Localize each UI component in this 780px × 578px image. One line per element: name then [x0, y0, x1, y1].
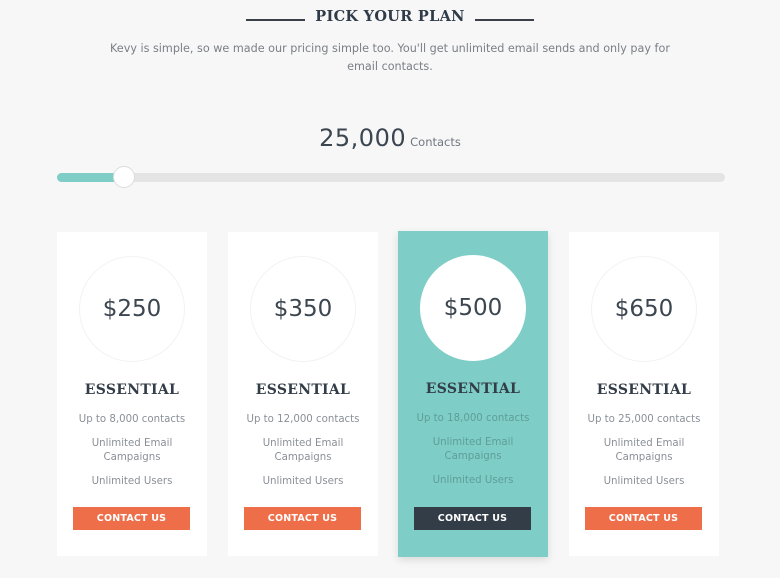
slider-track[interactable]	[57, 173, 725, 182]
plan-card: $350 ESSENTIAL Up to 12,000 contacts Unl…	[228, 232, 378, 556]
plan-feature: Unlimited Email Campaigns	[432, 437, 514, 462]
plan-feature: Unlimited Users	[603, 476, 685, 487]
plan-price: $250	[102, 296, 162, 322]
contacts-count: 25,000 Contacts	[0, 124, 780, 152]
plan-feature: Up to 8,000 contacts	[78, 414, 186, 425]
plan-feature: Unlimited Email Campaigns	[91, 438, 173, 463]
slider-thumb[interactable]	[112, 166, 135, 188]
plan-price: $650	[614, 296, 674, 322]
plan-feature: Up to 25,000 contacts	[587, 414, 701, 425]
plan-price: $500	[443, 295, 503, 321]
plan-card: $650 ESSENTIAL Up to 25,000 contacts Unl…	[569, 232, 719, 556]
contacts-slider[interactable]	[57, 166, 725, 188]
plan-feature: Unlimited Email Campaigns	[603, 438, 685, 463]
section-header: PICK YOUR PLAN	[0, 6, 780, 32]
plan-feature: Up to 18,000 contacts	[416, 413, 530, 424]
plan-feature: Up to 12,000 contacts	[246, 414, 360, 425]
contacts-value: 25,000	[319, 124, 407, 152]
plan-name: ESSENTIAL	[84, 382, 180, 398]
plan-name: ESSENTIAL	[596, 382, 692, 398]
page-title: PICK YOUR PLAN	[315, 8, 465, 25]
plan-feature: Unlimited Users	[432, 475, 514, 486]
plan-card-featured: $500 ESSENTIAL Up to 18,000 contacts Unl…	[398, 231, 548, 557]
contact-us-button[interactable]: CONTACT US	[73, 507, 190, 530]
title-divider-right	[475, 19, 534, 21]
contact-us-button[interactable]: CONTACT US	[244, 507, 361, 530]
contact-us-button[interactable]: CONTACT US	[585, 507, 702, 530]
plan-name: ESSENTIAL	[255, 382, 351, 398]
price-circle: $250	[79, 256, 185, 362]
page-subtitle: Kevy is simple, so we made our pricing s…	[110, 42, 670, 73]
plan-name: ESSENTIAL	[425, 381, 521, 397]
contact-us-button[interactable]: CONTACT US	[414, 507, 531, 530]
plan-feature: Unlimited Users	[262, 476, 344, 487]
title-divider-left	[246, 19, 305, 21]
plan-feature: Unlimited Users	[91, 476, 173, 487]
price-circle: $350	[250, 256, 356, 362]
plan-card: $250 ESSENTIAL Up to 8,000 contacts Unli…	[57, 232, 207, 556]
plan-price: $350	[273, 296, 333, 322]
contacts-unit: Contacts	[410, 135, 461, 149]
plan-feature: Unlimited Email Campaigns	[262, 438, 344, 463]
price-circle: $650	[591, 256, 697, 362]
price-circle: $500	[420, 255, 526, 361]
